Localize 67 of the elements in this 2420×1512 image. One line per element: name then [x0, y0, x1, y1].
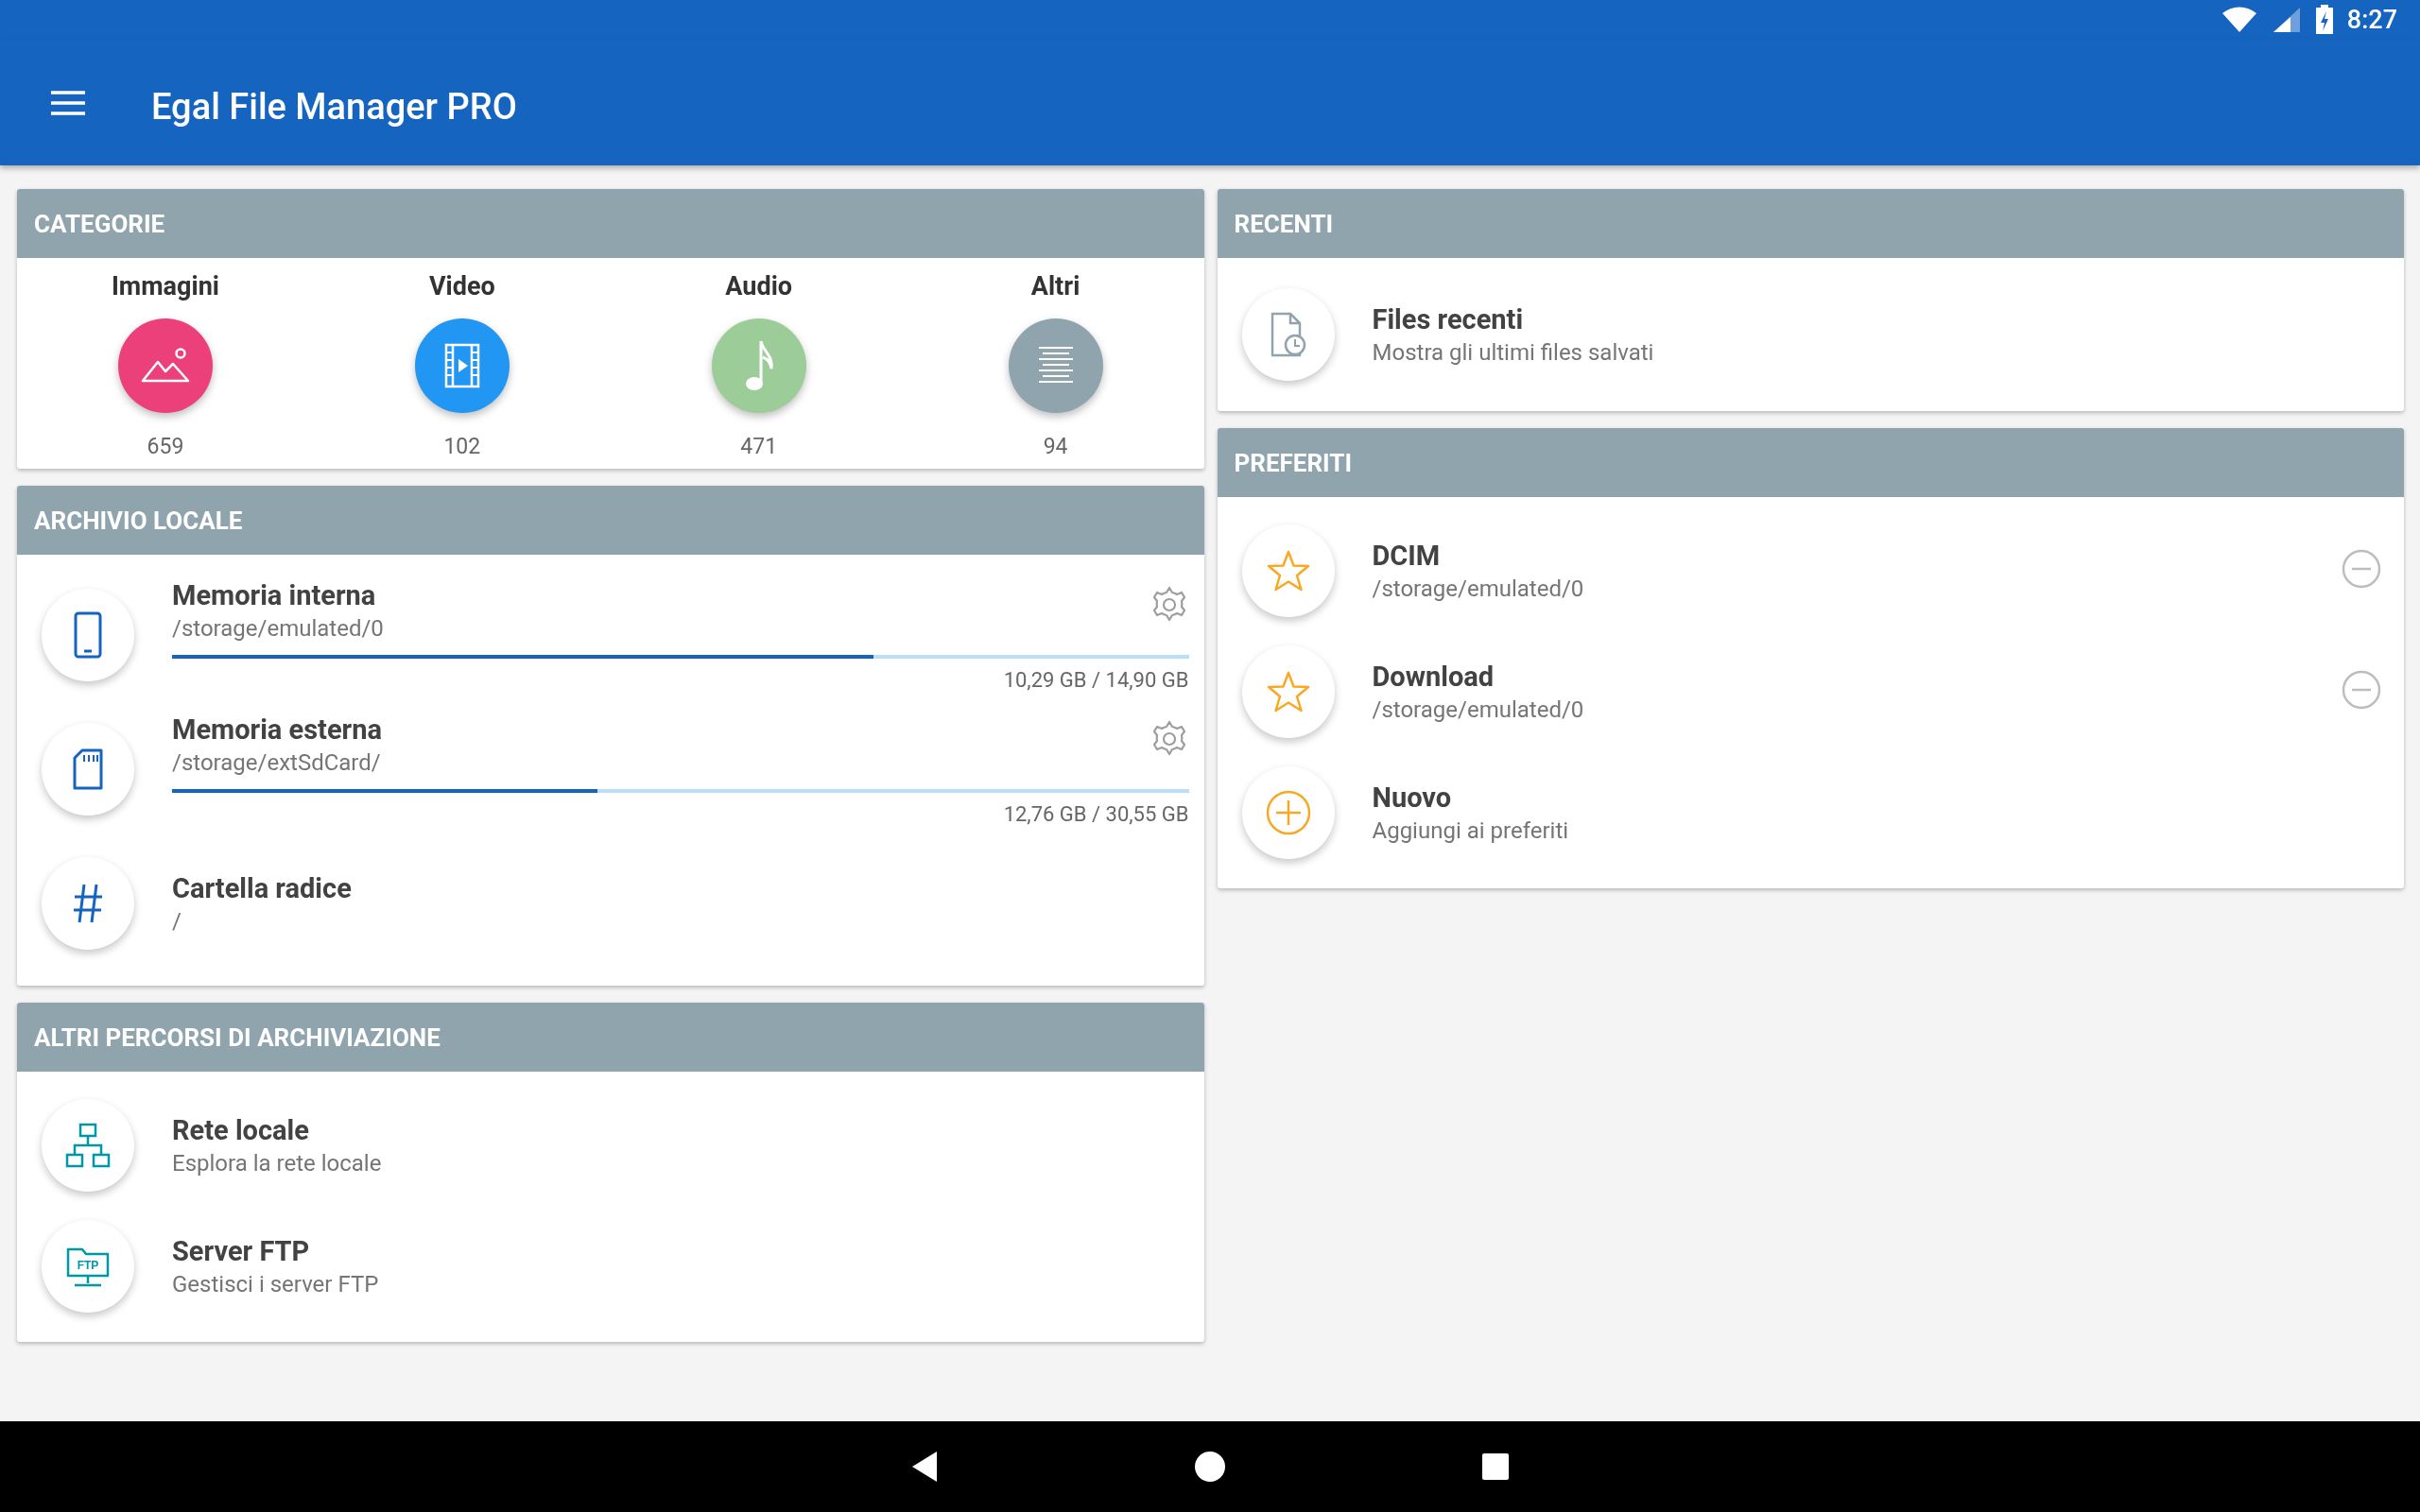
category-button[interactable]: [414, 318, 510, 413]
category-button[interactable]: [711, 318, 806, 413]
back-button[interactable]: [910, 1450, 939, 1484]
back-icon: [910, 1450, 939, 1484]
network-icon: [65, 1123, 111, 1168]
remove-button[interactable]: [2342, 549, 2381, 589]
minus-circle-icon: [2342, 670, 2381, 710]
icon-circle-button[interactable]: [42, 723, 134, 816]
wifi-icon: [2220, 6, 2258, 34]
hash-icon: [72, 883, 104, 924]
file-count: 659: [147, 434, 184, 459]
section-title: PREFERITI: [1234, 448, 1353, 477]
category-button[interactable]: [1008, 318, 1103, 413]
minus-circle-icon: [2342, 549, 2381, 589]
home-button[interactable]: [1194, 1451, 1226, 1483]
item-subtitle: Esplora la rete locale: [172, 1150, 383, 1177]
item-title: Memoria esterna: [172, 713, 383, 746]
star-icon: [1265, 549, 1311, 593]
item-title: Download: [1372, 661, 1495, 693]
storage-usage: 12,76 GB / 30,55 GB: [1003, 801, 1189, 826]
icon-circle-button[interactable]: [1241, 288, 1335, 381]
item-subtitle: Gestisci i server FTP: [172, 1271, 380, 1297]
battery-charging-icon: [2314, 5, 2334, 35]
remove-button[interactable]: [2342, 670, 2381, 710]
item-subtitle: Aggiungi ai preferiti: [1372, 817, 1570, 844]
file-count: 471: [740, 434, 778, 459]
category-label: Altri: [1030, 271, 1080, 301]
recents-button[interactable]: [1481, 1452, 1510, 1481]
category-label: Audio: [725, 271, 793, 301]
clock-document-icon: [1269, 312, 1307, 357]
item-title: Server FTP: [172, 1235, 311, 1267]
section-title: RECENTI: [1234, 209, 1334, 238]
storage-usage: 10,29 GB / 14,90 GB: [1003, 667, 1189, 692]
item-title: Cartella radice: [172, 872, 353, 904]
memory-card-icon: [73, 748, 103, 790]
section-title: ALTRI PERCORSI DI ARCHIVIAZIONE: [34, 1022, 441, 1052]
section-title: ARCHIVIO LOCALE: [34, 506, 243, 535]
item-title: Nuovo: [1372, 782, 1453, 814]
clock-time: 8:27: [2346, 5, 2397, 35]
item-title: Rete locale: [172, 1114, 310, 1146]
section-title: CATEGORIE: [34, 209, 165, 238]
item-subtitle: /: [172, 908, 182, 935]
item-title: DCIM: [1372, 540, 1442, 572]
icon-circle-button[interactable]: FTP: [42, 1220, 134, 1313]
menu-icon: [51, 89, 85, 116]
home-icon: [1194, 1451, 1226, 1483]
icon-circle-button[interactable]: [42, 589, 134, 681]
item-subtitle: /storage/emulated/0: [1372, 576, 1585, 602]
file-count: 102: [443, 434, 481, 459]
category-button[interactable]: [117, 318, 213, 413]
square-icon: [1481, 1452, 1510, 1481]
category-label: Video: [428, 271, 495, 301]
item-subtitle: /storage/emulated/0: [172, 614, 385, 642]
item-subtitle: /storage/emulated/0: [1372, 696, 1585, 723]
film-play-icon: [443, 343, 480, 388]
category-label: Immagini: [111, 271, 219, 301]
item-subtitle: Mostra gli ultimi files salvati: [1372, 339, 1655, 366]
icon-circle-button[interactable]: [42, 857, 134, 950]
item-title: Files recenti: [1372, 303, 1525, 335]
item-subtitle: /storage/extSdCard/: [172, 748, 382, 776]
star-icon: [1265, 670, 1311, 713]
phone-icon: [74, 611, 102, 659]
icon-circle-button[interactable]: [42, 1099, 134, 1192]
app-title: Egal File Manager PRO: [151, 84, 517, 128]
file-count: 94: [1043, 434, 1068, 459]
item-title: Memoria interna: [172, 578, 377, 611]
plus-circle-icon: [1264, 789, 1312, 836]
